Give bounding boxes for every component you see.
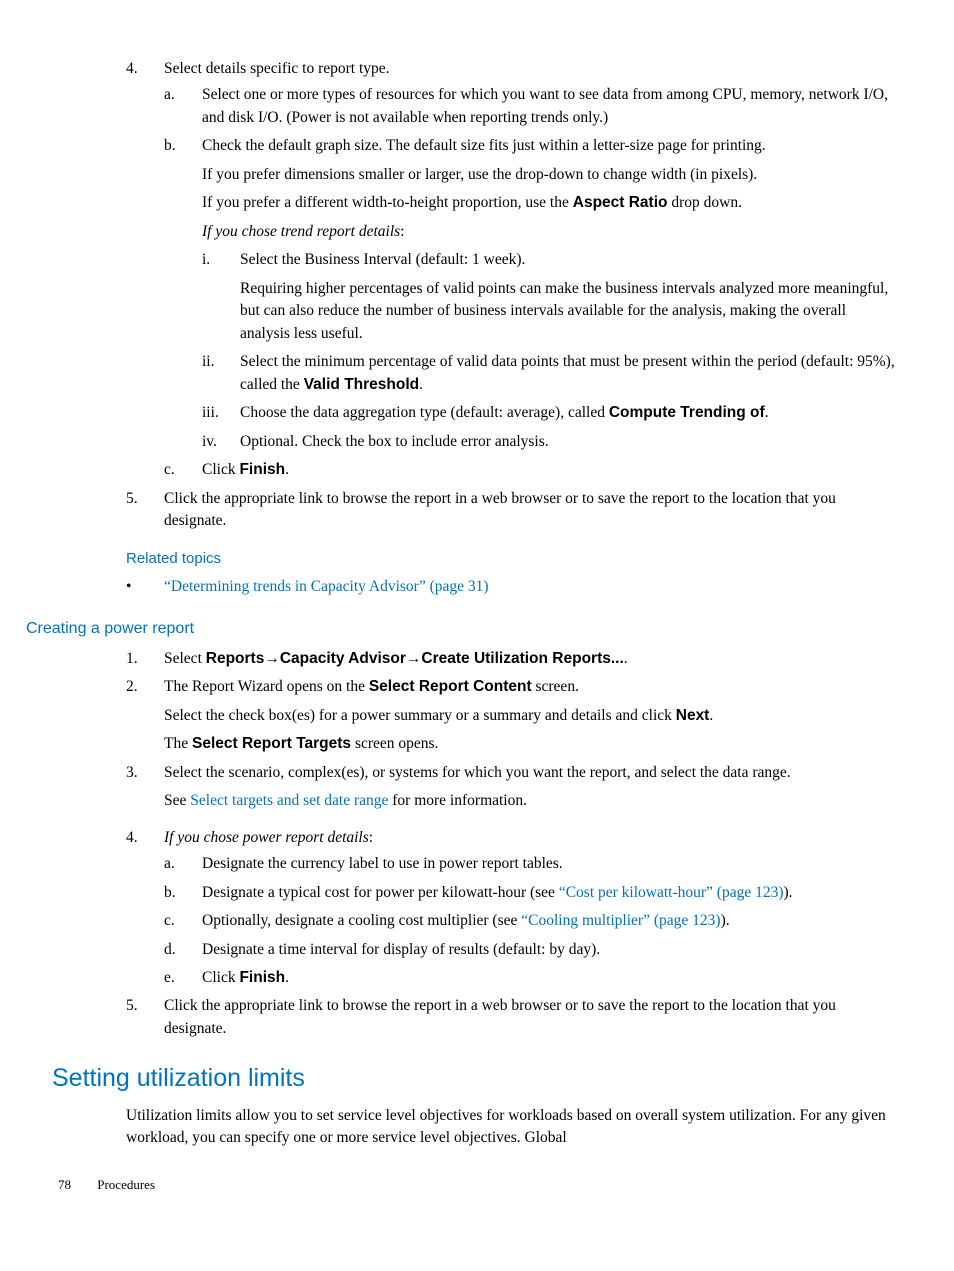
power-4d-marker: d.: [164, 939, 176, 961]
reports-menu: Reports: [206, 650, 265, 667]
power-4d: d. Designate a time interval for display…: [164, 939, 896, 961]
power-4c-marker: c.: [164, 910, 175, 932]
cooling-multiplier-link[interactable]: “Cooling multiplier” (page 123): [521, 912, 720, 929]
power-step-4: 4. If you chose power report details: a.…: [126, 827, 896, 990]
trend-i-marker: i.: [202, 249, 210, 271]
power-step-4-marker: 4.: [126, 827, 138, 849]
power-4a-marker: a.: [164, 853, 175, 875]
power-details-intro: If you chose power report details: [164, 829, 369, 846]
trend-i-text: Select the Business Interval (default: 1…: [240, 251, 525, 268]
power-4e: e. Click Finish.: [164, 967, 896, 989]
step-4a: a. Select one or more types of resources…: [164, 84, 896, 129]
step-4c: c. Click Finish.: [164, 459, 896, 481]
step-4-marker: 4.: [126, 58, 138, 80]
trend-details-list: i. Select the Business Interval (default…: [202, 249, 896, 453]
power-step-1: 1. Select Reports→Capacity Advisor→Creat…: [126, 648, 896, 670]
related-topic-item: “Determining trends in Capacity Advisor”…: [126, 576, 896, 598]
step-4b-marker: b.: [164, 135, 176, 157]
power-step-5-marker: 5.: [126, 995, 138, 1017]
step-4-sublist: a. Select one or more types of resources…: [164, 84, 896, 481]
create-utilization-reports-menu: Create Utilization Reports...: [421, 650, 623, 667]
step-4b-para2: If you prefer a different width-to-heigh…: [202, 192, 896, 214]
power-4b: b. Designate a typical cost for power pe…: [164, 882, 896, 904]
select-targets-link[interactable]: Select targets and set date range: [190, 792, 388, 809]
footer-section: Procedures: [97, 1177, 155, 1192]
trend-iv-marker: iv.: [202, 431, 217, 453]
power-4d-text: Designate a time interval for display of…: [202, 941, 600, 958]
power-step-3: 3. Select the scenario, complex(es), or …: [126, 762, 896, 813]
step-4c-marker: c.: [164, 459, 175, 481]
step-4-text: Select details specific to report type.: [164, 60, 390, 77]
step-4a-marker: a.: [164, 84, 175, 106]
trend-i: i. Select the Business Interval (default…: [202, 249, 896, 345]
capacity-advisor-menu: Capacity Advisor: [280, 650, 406, 667]
select-report-targets-label: Select Report Targets: [192, 735, 351, 752]
trend-i-para: Requiring higher percentages of valid po…: [240, 278, 896, 345]
power-4a-text: Designate the currency label to use in p…: [202, 855, 563, 872]
power-step-5-text: Click the appropriate link to browse the…: [164, 997, 836, 1036]
step-list-top: 4. Select details specific to report typ…: [126, 58, 896, 532]
power-4b-marker: b.: [164, 882, 176, 904]
step-4b-text: Check the default graph size. The defaul…: [202, 137, 766, 154]
power-step-2-para1: Select the check box(es) for a power sum…: [164, 705, 896, 727]
page-footer: 78 Procedures: [58, 1176, 896, 1195]
step-4b-para1: If you prefer dimensions smaller or larg…: [202, 164, 896, 186]
trend-iii-marker: iii.: [202, 402, 219, 424]
creating-power-report-heading: Creating a power report: [26, 617, 896, 640]
trend-iv: iv. Optional. Check the box to include e…: [202, 431, 896, 453]
power-4c: c. Optionally, designate a cooling cost …: [164, 910, 896, 932]
setting-utilization-limits-heading: Setting utilization limits: [52, 1060, 896, 1096]
power-step-2-para2: The Select Report Targets screen opens.: [164, 733, 896, 755]
power-4a: a. Designate the currency label to use i…: [164, 853, 896, 875]
trend-ii-marker: ii.: [202, 351, 215, 373]
power-details-list: a. Designate the currency label to use i…: [164, 853, 896, 989]
trend-ii: ii. Select the minimum percentage of val…: [202, 351, 896, 396]
step-5-marker: 5.: [126, 488, 138, 510]
compute-trending-label: Compute Trending of: [609, 404, 765, 421]
trend-iii: iii. Choose the data aggregation type (d…: [202, 402, 896, 424]
related-topics-list: “Determining trends in Capacity Advisor”…: [126, 576, 896, 598]
step-4: 4. Select details specific to report typ…: [126, 58, 896, 482]
power-step-2: 2. The Report Wizard opens on the Select…: [126, 676, 896, 755]
select-report-content-label: Select Report Content: [369, 678, 532, 695]
trend-iv-text: Optional. Check the box to include error…: [240, 433, 549, 450]
related-topics-heading: Related topics: [126, 548, 896, 570]
finish-label-2: Finish: [239, 969, 285, 986]
utilization-limits-body: Utilization limits allow you to set serv…: [126, 1105, 896, 1150]
related-topic-link[interactable]: “Determining trends in Capacity Advisor”…: [164, 578, 489, 595]
finish-label: Finish: [239, 461, 285, 478]
power-step-1-marker: 1.: [126, 648, 138, 670]
step-4a-text: Select one or more types of resources fo…: [202, 86, 888, 125]
page-number: 78: [58, 1176, 94, 1195]
power-step-3-para: See Select targets and set date range fo…: [164, 790, 896, 812]
next-label: Next: [676, 707, 710, 724]
cost-per-kwh-link[interactable]: “Cost per kilowatt-hour” (page 123): [559, 884, 784, 901]
step-5-text: Click the appropriate link to browse the…: [164, 490, 836, 529]
power-step-5: 5. Click the appropriate link to browse …: [126, 995, 896, 1040]
power-step-3-text: Select the scenario, complex(es), or sys…: [164, 764, 791, 781]
step-5: 5. Click the appropriate link to browse …: [126, 488, 896, 533]
power-step-3-marker: 3.: [126, 762, 138, 784]
power-step-2-marker: 2.: [126, 676, 138, 698]
aspect-ratio-label: Aspect Ratio: [573, 194, 668, 211]
trend-details-intro: If you chose trend report details:: [202, 221, 896, 243]
valid-threshold-label: Valid Threshold: [304, 376, 419, 393]
power-4e-marker: e.: [164, 967, 175, 989]
step-4b: b. Check the default graph size. The def…: [164, 135, 896, 453]
power-step-list: 1. Select Reports→Capacity Advisor→Creat…: [126, 648, 896, 1041]
